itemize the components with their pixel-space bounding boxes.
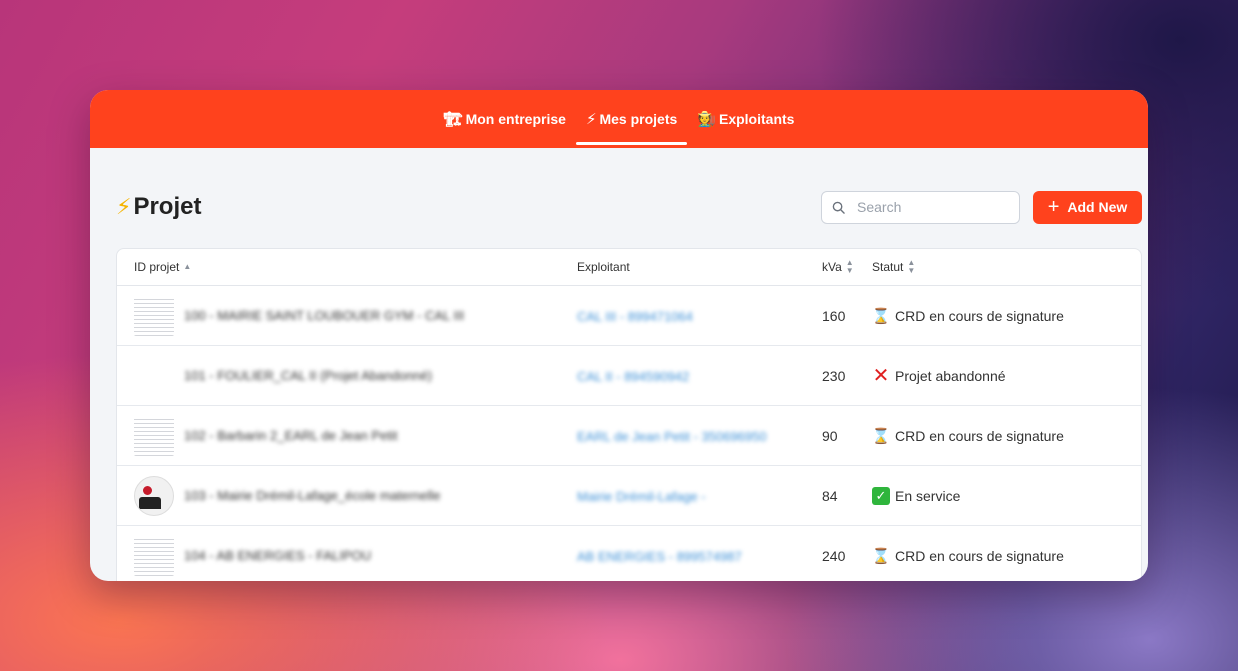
column-header-label: Statut bbox=[872, 260, 904, 274]
search-box bbox=[821, 190, 1020, 224]
column-header-exploitant: Exploitant bbox=[577, 260, 822, 274]
status-cell: ✕ Projet abandonné bbox=[872, 365, 1141, 387]
kva-value: 240 bbox=[822, 547, 846, 564]
add-new-label: Add New bbox=[1067, 199, 1128, 215]
sort-icon: ▲ ▼ bbox=[907, 258, 916, 275]
hourglass-icon: ⌛ bbox=[871, 427, 891, 445]
status-text: CRD en cours de signature bbox=[895, 427, 1064, 444]
nav-label: Mon entreprise bbox=[465, 111, 566, 127]
exploitant-link[interactable]: CAL III - 899471064 bbox=[577, 309, 693, 324]
project-thumbnail bbox=[134, 356, 174, 396]
sort-icon: ▲ ▼ bbox=[845, 258, 854, 275]
search-icon bbox=[832, 201, 845, 214]
kva-value: 230 bbox=[822, 367, 846, 384]
column-header-kva[interactable]: kVa ▲ ▼ bbox=[822, 259, 872, 275]
status-cell: ⌛ CRD en cours de signature bbox=[872, 307, 1141, 325]
cross-icon: ✕ bbox=[872, 365, 890, 387]
lightning-icon: ⚡ bbox=[116, 194, 132, 219]
table-row[interactable]: 102 - Barbarin 2_EARL de Jean Petit EARL… bbox=[117, 406, 1141, 466]
kva-value: 84 bbox=[822, 487, 838, 504]
top-nav: 🏗 Mon entreprise ⚡ Mes projets 🧑‍🌾 Explo… bbox=[90, 90, 1148, 148]
table-row[interactable]: 104 - AB ENERGIES - FALIPOU AB ENERGIES … bbox=[117, 526, 1141, 581]
table-header: ID projet ▲ Exploitant kVa ▲ ▼ Statut ▲ ▼ bbox=[117, 249, 1141, 286]
status-text: Projet abandonné bbox=[895, 367, 1006, 384]
lightning-icon: ⚡ bbox=[585, 111, 597, 128]
kva-value: 90 bbox=[822, 427, 838, 444]
app-window: 🏗 Mon entreprise ⚡ Mes projets 🧑‍🌾 Explo… bbox=[90, 90, 1148, 581]
table-row[interactable]: 101 - FOULIER_CAL II (Projet Abandonné) … bbox=[117, 346, 1141, 406]
table-row[interactable]: 100 - MAIRIE SAINT LOUBOUER GYM - CAL II… bbox=[117, 286, 1141, 346]
nav-item-mon-entreprise[interactable]: 🏗 Mon entreprise bbox=[434, 90, 576, 148]
exploitant-link[interactable]: EARL de Jean Petit - 350696950 bbox=[577, 429, 767, 444]
status-text: CRD en cours de signature bbox=[895, 307, 1064, 324]
exploitant-link[interactable]: AB ENERGIES - 899574987 bbox=[577, 549, 742, 564]
projects-table: ID projet ▲ Exploitant kVa ▲ ▼ Statut ▲ ▼ … bbox=[116, 248, 1142, 581]
page-title-text: Projet bbox=[133, 193, 202, 220]
project-thumbnail bbox=[134, 475, 174, 516]
table-row[interactable]: 103 - Mairie Drémil-Lafage_école materne… bbox=[117, 466, 1141, 526]
exploitant-link[interactable]: Mairie Drémil-Lafage - bbox=[577, 489, 706, 504]
page-title: ⚡ Projet bbox=[116, 193, 201, 221]
sort-ascending-icon: ▲ bbox=[183, 262, 192, 271]
page-header: ⚡ Projet + Add New bbox=[116, 190, 1142, 224]
project-thumbnail bbox=[134, 535, 174, 576]
hourglass-icon: ⌛ bbox=[871, 307, 891, 325]
project-name: 103 - Mairie Drémil-Lafage_école materne… bbox=[184, 488, 441, 503]
header-actions: + Add New bbox=[821, 190, 1142, 224]
project-name: 104 - AB ENERGIES - FALIPOU bbox=[184, 548, 372, 563]
status-text: En service bbox=[895, 487, 961, 504]
crane-icon: 🏗 bbox=[443, 111, 463, 128]
project-name: 102 - Barbarin 2_EARL de Jean Petit bbox=[184, 428, 398, 443]
status-cell: ✓ En service bbox=[872, 486, 1141, 505]
column-header-label: Exploitant bbox=[577, 260, 630, 274]
add-new-button[interactable]: + Add New bbox=[1033, 190, 1142, 224]
farmer-icon: 🧑‍🌾 bbox=[697, 111, 716, 128]
nav-item-mes-projets[interactable]: ⚡ Mes projets bbox=[575, 90, 688, 148]
project-thumbnail bbox=[134, 415, 174, 456]
column-header-label: ID projet bbox=[134, 260, 180, 274]
project-name: 101 - FOULIER_CAL II (Projet Abandonné) bbox=[184, 368, 433, 383]
nav-item-exploitants[interactable]: 🧑‍🌾 Exploitants bbox=[687, 90, 804, 148]
project-name: 100 - MAIRIE SAINT LOUBOUER GYM - CAL II… bbox=[184, 308, 465, 323]
column-header-label: kVa bbox=[822, 260, 842, 274]
nav-label: Mes projets bbox=[599, 111, 678, 127]
status-cell: ⌛ CRD en cours de signature bbox=[872, 427, 1141, 445]
exploitant-link[interactable]: CAL II - 894590942 bbox=[577, 369, 689, 384]
column-header-statut[interactable]: Statut ▲ ▼ bbox=[872, 259, 1141, 275]
plus-icon: + bbox=[1047, 196, 1060, 218]
search-input[interactable] bbox=[857, 199, 997, 215]
project-thumbnail bbox=[134, 295, 174, 336]
status-cell: ⌛ CRD en cours de signature bbox=[872, 547, 1141, 565]
check-icon: ✓ bbox=[872, 486, 890, 505]
column-header-id[interactable]: ID projet ▲ bbox=[117, 260, 577, 274]
kva-value: 160 bbox=[822, 307, 846, 324]
hourglass-icon: ⌛ bbox=[871, 547, 891, 565]
status-text: CRD en cours de signature bbox=[895, 547, 1064, 564]
nav-label: Exploitants bbox=[718, 111, 795, 127]
